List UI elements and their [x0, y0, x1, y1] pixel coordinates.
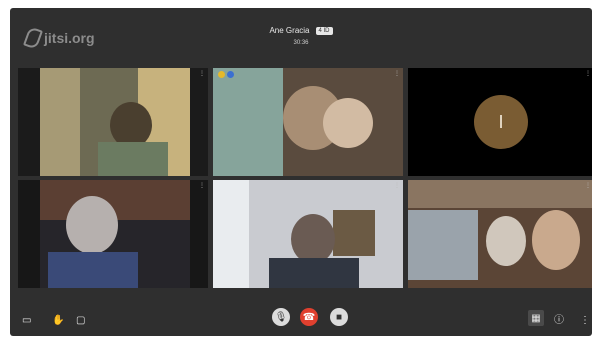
more-options-button[interactable]: ⋮ — [580, 315, 590, 326]
chat-icon[interactable]: ▢ — [76, 315, 85, 326]
call-timer: 30:36 — [293, 40, 309, 46]
participant-badge: 4 ID — [315, 26, 333, 35]
tile-menu-icon[interactable]: ⋮ — [585, 182, 591, 189]
raise-hand-icon[interactable]: ✋ — [52, 315, 64, 326]
tile-menu-icon[interactable]: ⋮ — [585, 70, 591, 77]
dominant-speaker-icon — [218, 71, 225, 78]
microphone-button[interactable]: 🎙 — [272, 308, 290, 326]
participant-tile-5[interactable]: ⋮ — [213, 180, 403, 288]
camera-button[interactable]: ■ — [330, 308, 348, 326]
screen-share-icon[interactable]: ▭ — [22, 315, 31, 326]
tile-indicators — [218, 71, 234, 78]
tile-menu-icon[interactable]: ⋮ — [394, 182, 400, 189]
tile-view-button[interactable]: ▦ — [528, 310, 544, 326]
participant-tile-4[interactable]: ⋮ — [18, 180, 208, 288]
hangup-button[interactable]: ☎ — [300, 308, 318, 326]
participant-tile-2[interactable]: ⋮ — [213, 68, 403, 176]
conference-header: Ane Gracia 4 ID 30:36 — [10, 20, 592, 46]
tile-menu-icon[interactable]: ⋮ — [394, 70, 400, 77]
conference-toolbar: ▭ ✋ ▢ 🎙 ☎ ■ ▦ ⓘ ⋮ — [10, 294, 592, 336]
video-grid: ⋮ ⋮ I ⋮ ⋮ ⋮ ⋮ — [18, 68, 592, 288]
participant-tile-3[interactable]: I ⋮ — [408, 68, 592, 176]
participant-name: Ane Gracia — [269, 26, 310, 35]
connection-icon — [227, 71, 234, 78]
participant-tile-1[interactable]: ⋮ — [18, 68, 208, 176]
conference-window: jitsi.org Ane Gracia 4 ID 30:36 ⋮ ⋮ I ⋮ … — [10, 8, 592, 336]
tile-menu-icon[interactable]: ⋮ — [199, 70, 205, 77]
participant-tile-6[interactable]: ⋮ — [408, 180, 592, 288]
participant-avatar: I — [474, 95, 528, 149]
info-button[interactable]: ⓘ — [554, 311, 564, 326]
tile-menu-icon[interactable]: ⋮ — [199, 182, 205, 189]
